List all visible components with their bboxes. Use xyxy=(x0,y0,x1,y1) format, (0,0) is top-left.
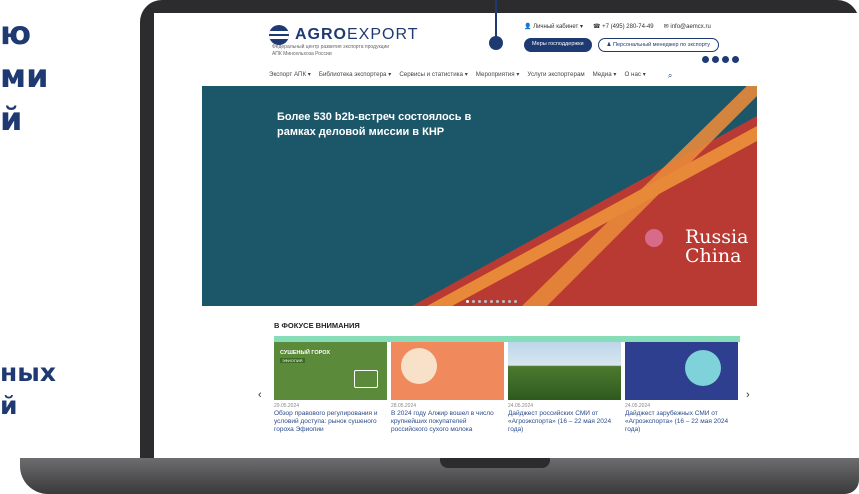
card-date: 28.05.2024 xyxy=(391,403,417,409)
search-icon[interactable]: ⌕ xyxy=(668,71,672,81)
slider-dot[interactable] xyxy=(496,300,499,303)
slider-dot[interactable] xyxy=(490,300,493,303)
header-buttons: Меры господдержки ♟ Персональный менедже… xyxy=(524,38,719,52)
card-title[interactable]: Обзор правового регулирования и условий … xyxy=(274,410,387,434)
news-card[interactable]: СУШЕНЫЙ ГОРОХ ЭФИОПИЯ 29.05.2024 Обзор п… xyxy=(274,342,387,434)
nav-item-events[interactable]: Мероприятия ▾ xyxy=(476,71,520,81)
carousel-next-button[interactable]: › xyxy=(746,389,750,401)
logo-subtitle: Федеральный центр развития экспорта прод… xyxy=(272,44,390,57)
side-heading-line: ю xyxy=(0,14,32,52)
card-date: 24.05.2024 xyxy=(625,403,651,409)
slider-dot[interactable] xyxy=(508,300,511,303)
card-image-subtitle: ЭФИОПИЯ xyxy=(280,358,305,363)
phone-link[interactable]: ☎ +7 (495) 280-74-49 xyxy=(593,23,654,30)
pointer-dot xyxy=(489,36,503,50)
slider-dot[interactable] xyxy=(502,300,505,303)
news-card[interactable]: 24.05.2024 Дайджест зарубежных СМИ от «А… xyxy=(625,342,738,434)
card-image-milk xyxy=(391,342,504,400)
main-nav: Экспорт АПК ▾ Библиотека экспортера ▾ Се… xyxy=(269,71,672,81)
pointer-line xyxy=(495,0,497,40)
nav-item-services[interactable]: Сервисы и статистика ▾ xyxy=(399,71,467,81)
site-logo[interactable]: AGROEXPORT xyxy=(269,25,419,45)
globe-map-icon xyxy=(685,350,721,386)
card-image-field xyxy=(508,342,621,400)
email-link[interactable]: ✉ info@aemcx.ru xyxy=(664,23,711,30)
badge-line-2: China xyxy=(685,245,742,267)
carousel-prev-button[interactable]: ‹ xyxy=(258,389,262,401)
side-heading-line: й xyxy=(0,100,23,138)
card-date: 29.05.2024 xyxy=(274,403,300,409)
telegram-icon[interactable] xyxy=(712,56,719,63)
side-heading-bottom: ных й xyxy=(0,356,140,422)
side-heading-line: ных xyxy=(0,358,57,387)
top-links: 👤 Личный кабинет ▾ ☎ +7 (495) 280-74-49 … xyxy=(524,23,711,30)
briefcase-icon xyxy=(354,370,378,388)
slider-dot[interactable] xyxy=(478,300,481,303)
milk-bowl-icon xyxy=(401,348,437,384)
hero-banner[interactable]: Более 530 b2b-встреч состоялось в рамках… xyxy=(202,86,757,306)
logo-text: AGROEXPORT xyxy=(295,26,419,43)
card-date: 24.05.2024 xyxy=(508,403,534,409)
card-image-title: СУШЕНЫЙ ГОРОХ xyxy=(280,350,331,356)
account-link[interactable]: 👤 Личный кабинет ▾ xyxy=(524,23,583,30)
manager-button[interactable]: ♟ Персональный менеджер по экспорту xyxy=(597,38,719,52)
nav-item-exporter-services[interactable]: Услуги экспортерам xyxy=(527,71,584,81)
card-image-ethiopia: СУШЕНЫЙ ГОРОХ ЭФИОПИЯ xyxy=(274,342,387,400)
nav-item-library[interactable]: Библиотека экспортера ▾ xyxy=(319,71,391,81)
slider-dot[interactable] xyxy=(484,300,487,303)
browser-screen: AGROEXPORT Федеральный центр развития эк… xyxy=(154,13,859,458)
laptop-base xyxy=(20,458,859,494)
nav-item-export[interactable]: Экспорт АПК ▾ xyxy=(269,71,311,81)
side-heading-top: ю ми й xyxy=(0,12,90,141)
laptop-notch xyxy=(440,458,550,468)
slider-dot[interactable] xyxy=(472,300,475,303)
slider-dot[interactable] xyxy=(466,300,469,303)
russia-china-badge: Russia China xyxy=(685,228,748,266)
slider-dot[interactable] xyxy=(514,300,517,303)
ok-icon[interactable] xyxy=(732,56,739,63)
vk-icon[interactable] xyxy=(702,56,709,63)
flower-icon xyxy=(645,229,663,247)
news-card[interactable]: 24.05.2024 Дайджест российских СМИ от «А… xyxy=(508,342,621,434)
side-heading-line: ми xyxy=(0,57,49,95)
nav-item-media[interactable]: Медиа ▾ xyxy=(593,71,617,81)
card-title[interactable]: Дайджест российских СМИ от «Агроэкспорта… xyxy=(508,410,621,434)
card-title[interactable]: Дайджест зарубежных СМИ от «Агроэкспорта… xyxy=(625,410,738,434)
news-cards: СУШЕНЫЙ ГОРОХ ЭФИОПИЯ 29.05.2024 Обзор п… xyxy=(274,342,738,434)
hero-title: Более 530 b2b-встреч состоялось в рамках… xyxy=(277,111,472,138)
focus-section-title: В ФОКУСЕ ВНИМАНИЯ xyxy=(274,321,360,330)
youtube-icon[interactable] xyxy=(722,56,729,63)
card-title[interactable]: В 2024 году Алжир вошел в число крупнейш… xyxy=(391,410,504,434)
slider-dots xyxy=(466,300,517,303)
nav-item-about[interactable]: О нас ▾ xyxy=(625,71,646,81)
side-heading-line: й xyxy=(0,391,18,420)
globe-icon xyxy=(269,25,289,45)
card-image-world xyxy=(625,342,738,400)
support-button[interactable]: Меры господдержки xyxy=(524,38,592,52)
social-links xyxy=(702,56,739,63)
news-card[interactable]: 28.05.2024 В 2024 году Алжир вошел в чис… xyxy=(391,342,504,434)
